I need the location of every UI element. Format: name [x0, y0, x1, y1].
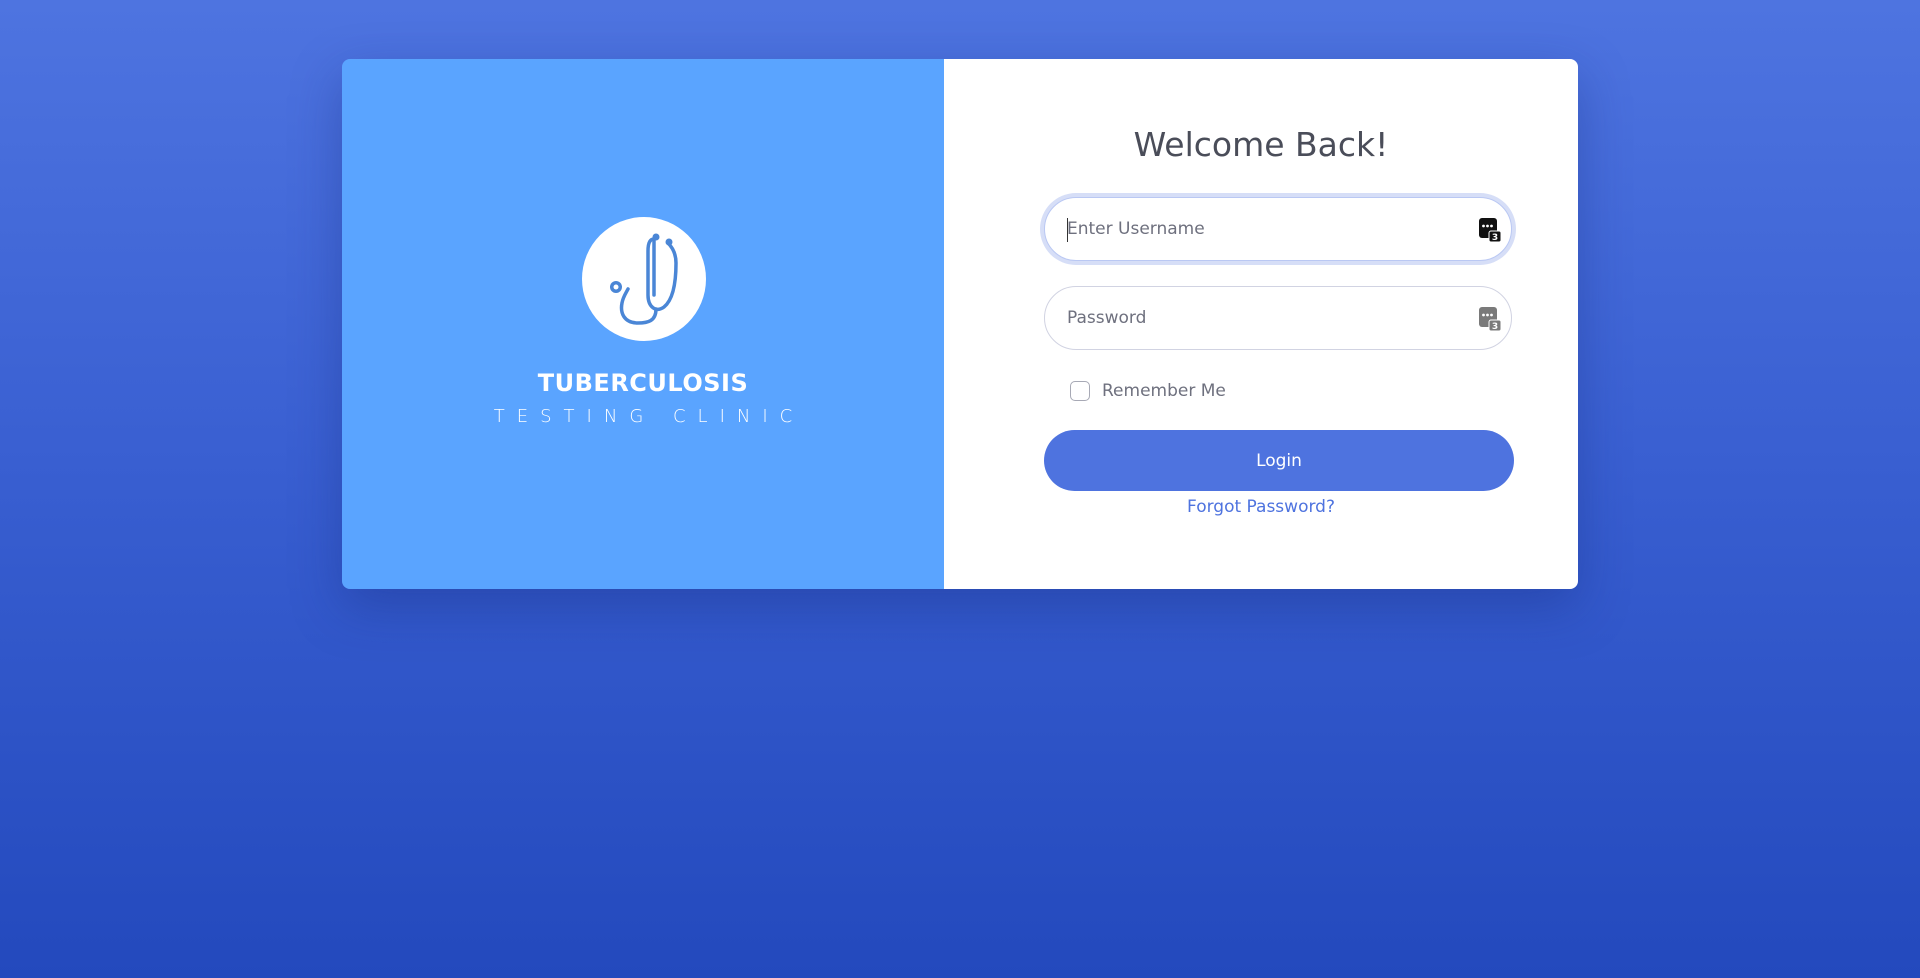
login-button[interactable]: Login [1044, 430, 1514, 491]
svg-text:3: 3 [1492, 233, 1498, 242]
username-input[interactable] [1067, 198, 1467, 260]
brand-panel: TUBERCULOSIS TESTING CLINIC [342, 59, 944, 589]
brand-title: TUBERCULOSIS [537, 369, 749, 397]
page-title: Welcome Back! [1133, 125, 1389, 164]
password-field[interactable]: 3 [1044, 286, 1512, 350]
logo [582, 217, 706, 341]
stethoscope-icon [610, 233, 678, 325]
remember-me[interactable]: Remember Me [1070, 379, 1226, 403]
password-manager-icon[interactable]: 3 [1479, 307, 1501, 331]
text-caret [1067, 218, 1068, 242]
remember-me-label[interactable]: Remember Me [1102, 381, 1226, 401]
brand-subtitle: TESTING CLINIC [493, 406, 805, 427]
forgot-password-link[interactable]: Forgot Password? [944, 497, 1578, 517]
login-form-panel: Welcome Back! 3 3 [944, 59, 1578, 589]
password-input[interactable] [1067, 287, 1467, 349]
remember-me-checkbox[interactable] [1070, 381, 1090, 401]
username-field[interactable]: 3 [1044, 197, 1512, 261]
password-manager-icon[interactable]: 3 [1479, 218, 1501, 242]
login-card: TUBERCULOSIS TESTING CLINIC Welcome Back… [342, 59, 1578, 589]
svg-text:3: 3 [1492, 322, 1498, 331]
